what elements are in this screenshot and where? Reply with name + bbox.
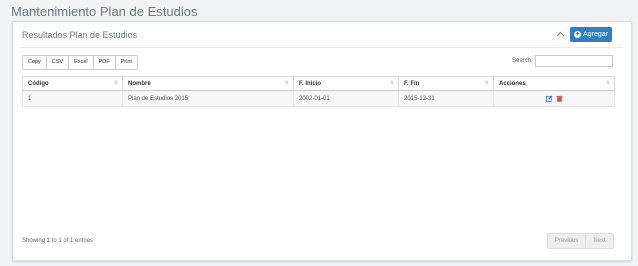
chevron-up-icon[interactable]	[554, 28, 566, 40]
column-header-codigo[interactable]: Código ⇅	[22, 76, 123, 91]
cell-f-inicio: 2002-01-01	[293, 90, 399, 107]
divider	[21, 47, 623, 48]
cell-nombre: Plan de Estudios 2015	[122, 90, 294, 107]
table-row: 1 Plan de Estudios 2015 2002-01-01 2015-…	[22, 90, 615, 107]
column-header-f-inicio[interactable]: F. Inicio ⇅	[293, 76, 399, 91]
cell-f-fin: 2015-12-31	[398, 90, 494, 107]
previous-button[interactable]: Previous	[548, 234, 587, 248]
sort-icon: ⇅	[113, 80, 118, 86]
csv-button[interactable]: CSV	[46, 56, 70, 69]
sort-icon: ⇅	[484, 80, 489, 86]
column-header-acciones[interactable]: Acciones ⇅	[493, 76, 615, 91]
next-button[interactable]: Next	[586, 234, 613, 248]
export-button-group: Copy CSV Excel PDF Print	[22, 55, 138, 70]
edit-icon[interactable]	[546, 95, 553, 103]
pdf-button[interactable]: PDF	[93, 56, 116, 69]
plus-circle-icon: +	[574, 31, 582, 38]
trash-icon[interactable]	[556, 95, 563, 102]
add-button[interactable]: + Agregar	[570, 27, 612, 42]
table-header-row: Código ⇅ Nombre ⇅ F. Inicio ⇅ F. Fin ⇅ Accio…	[22, 76, 615, 91]
sort-icon: ⇅	[389, 80, 394, 86]
search-input[interactable]	[535, 55, 613, 67]
sort-icon: ⇅	[284, 80, 289, 86]
cell-codigo: 1	[22, 90, 123, 107]
table-info: Showing 1 to 1 of 1 entries	[22, 238, 94, 244]
column-header-nombre[interactable]: Nombre ⇅	[122, 76, 294, 91]
page-title: Mantenimiento Plan de Estudios	[11, 4, 198, 19]
add-button-label: Agregar	[583, 31, 608, 38]
panel-title: Resultados Plan de Estudios	[22, 30, 138, 40]
column-header-f-fin[interactable]: F. Fin ⇅	[398, 76, 494, 91]
sort-icon: ⇅	[605, 80, 610, 86]
cell-acciones	[493, 90, 615, 107]
results-table: Código ⇅ Nombre ⇅ F. Inicio ⇅ F. Fin ⇅ Accio…	[22, 76, 615, 107]
print-button[interactable]: Print	[115, 56, 137, 69]
pagination: Previous Next	[547, 233, 614, 249]
results-panel: Resultados Plan de Estudios + Agregar Co…	[12, 21, 632, 261]
search-label: Search:	[512, 58, 533, 64]
copy-button[interactable]: Copy	[23, 56, 47, 69]
excel-button[interactable]: Excel	[69, 56, 94, 69]
